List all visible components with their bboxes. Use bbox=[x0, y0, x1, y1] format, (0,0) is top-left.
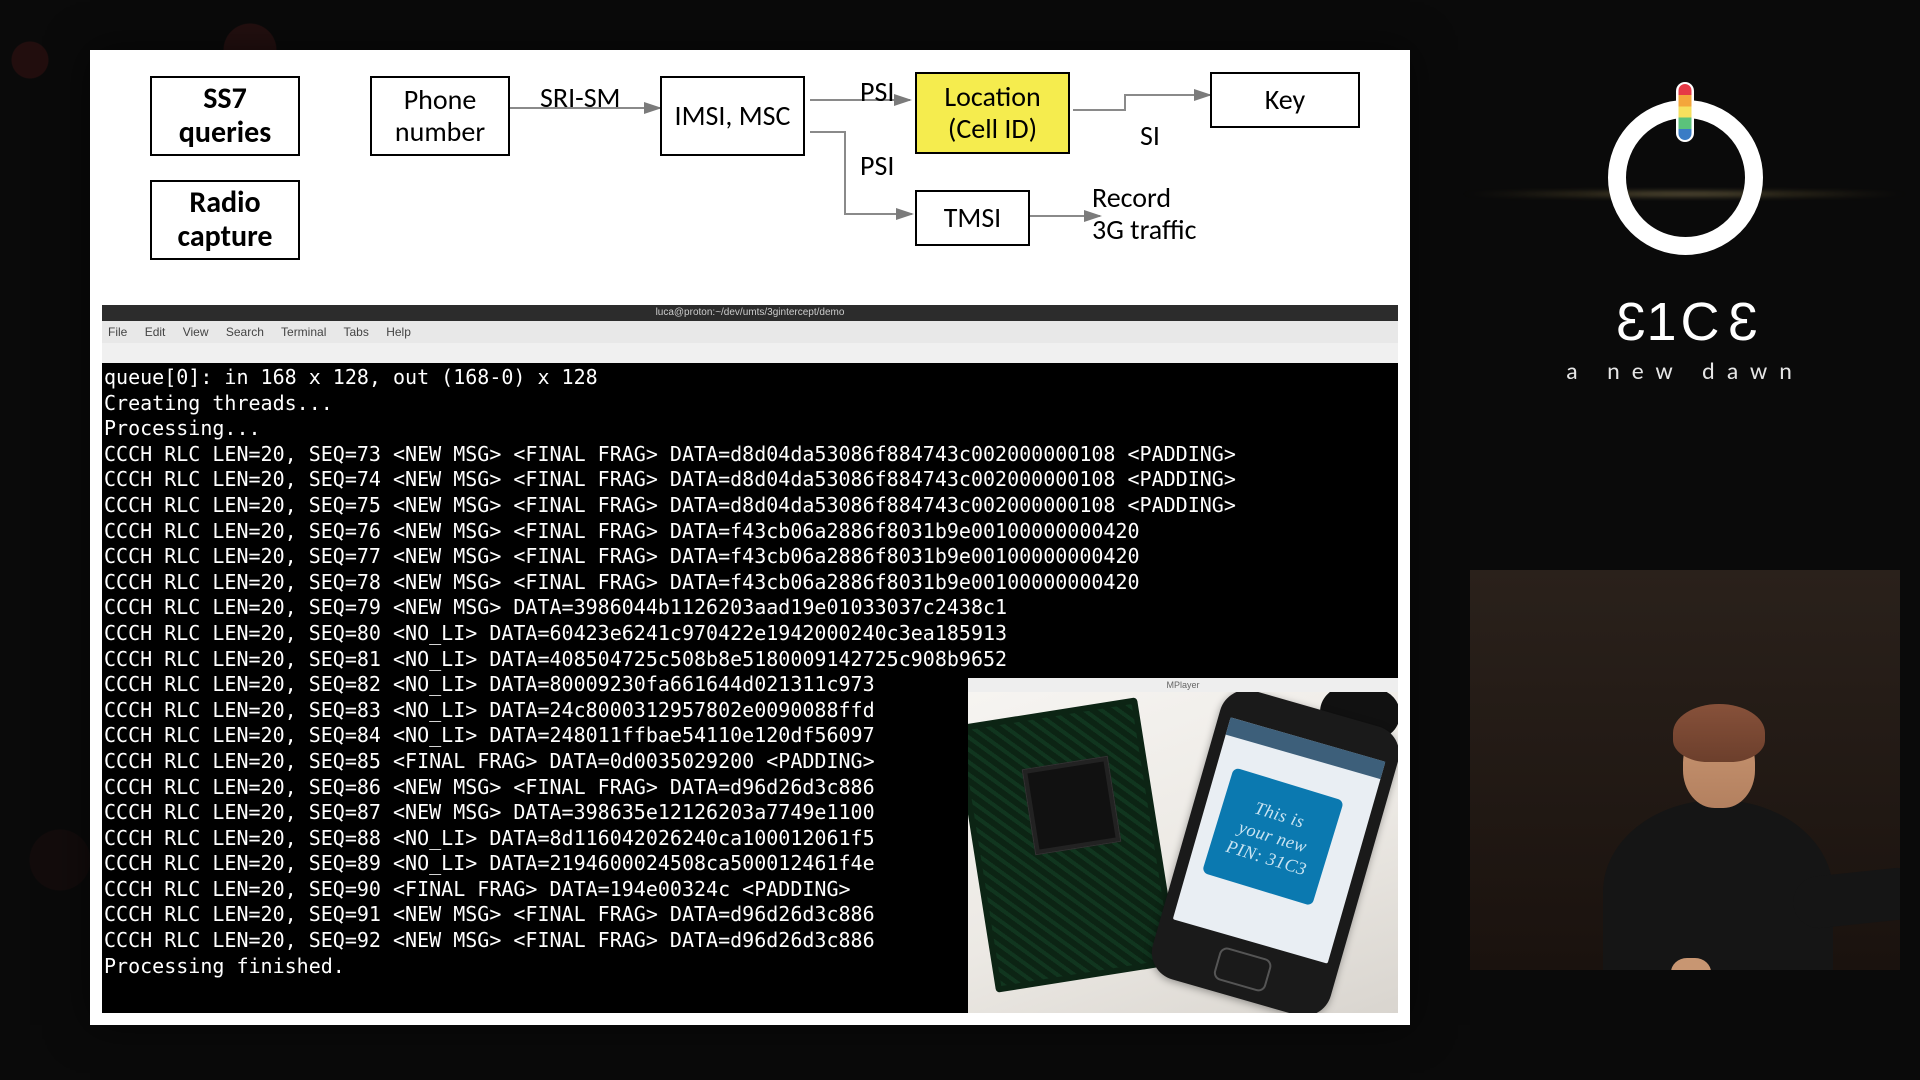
label-sri-sm: SRI-SM bbox=[540, 80, 621, 115]
hardware-photo-window: MPlayer This is your new PIN: 31C3 bbox=[968, 678, 1398, 1013]
phone-screen: This is your new PIN: 31C3 bbox=[1173, 717, 1386, 963]
speaker-head bbox=[1683, 722, 1755, 808]
label-si: SI bbox=[1140, 118, 1160, 153]
box-phone-number: Phone number bbox=[370, 76, 510, 156]
terminal-tab-strip[interactable] bbox=[102, 343, 1398, 364]
presentation-slide: SS7 queries Radio capture Phone number I… bbox=[90, 50, 1410, 1025]
menu-tabs[interactable]: Tabs bbox=[344, 325, 369, 339]
photo-window-title: MPlayer bbox=[968, 678, 1398, 693]
menu-view[interactable]: View bbox=[183, 325, 209, 339]
logo-power-ring bbox=[1608, 100, 1763, 255]
ss7-flow-diagram: SS7 queries Radio capture Phone number I… bbox=[90, 50, 1410, 300]
phone-statusbar bbox=[1226, 717, 1386, 779]
label-record-3g: Record 3G traffic bbox=[1092, 182, 1196, 246]
speaker-figure bbox=[1683, 722, 1755, 808]
label-psi-lower: PSI bbox=[860, 148, 894, 183]
box-tmsi: TMSI bbox=[915, 190, 1030, 246]
sms-bubble: This is your new PIN: 31C3 bbox=[1202, 767, 1344, 906]
terminal-menubar[interactable]: File Edit View Search Terminal Tabs Help bbox=[102, 321, 1398, 344]
smartphone: This is your new PIN: 31C3 bbox=[1145, 692, 1398, 1013]
logo-notch-rainbow bbox=[1679, 84, 1692, 140]
menu-search[interactable]: Search bbox=[226, 325, 264, 339]
menu-help[interactable]: Help bbox=[386, 325, 411, 339]
event-tagline: a new dawn bbox=[1520, 357, 1850, 386]
event-name: 31C3 bbox=[1520, 291, 1850, 353]
terminal-titlebar: luca@proton:~/dev/umts/3gintercept/demo bbox=[102, 305, 1398, 321]
box-radio-capture: Radio capture bbox=[150, 180, 300, 260]
sms-text: This is your new PIN: 31C3 bbox=[1223, 792, 1322, 881]
menu-terminal[interactable]: Terminal bbox=[281, 325, 326, 339]
box-ss7-queries: SS7 queries bbox=[150, 76, 300, 156]
sdr-chip bbox=[1022, 756, 1122, 856]
box-imsi-msc: IMSI, MSC bbox=[660, 76, 805, 156]
label-psi-upper: PSI bbox=[860, 74, 894, 109]
menu-file[interactable]: File bbox=[108, 325, 127, 339]
menu-edit[interactable]: Edit bbox=[145, 325, 166, 339]
box-key: Key bbox=[1210, 72, 1360, 128]
speaker-hair bbox=[1673, 704, 1765, 762]
box-location-cellid: Location (Cell ID) bbox=[915, 72, 1070, 154]
speaker-camera-feed bbox=[1470, 570, 1900, 970]
event-logo: 31C3 a new dawn bbox=[1520, 100, 1850, 386]
photo-scene: This is your new PIN: 31C3 bbox=[968, 692, 1398, 1013]
